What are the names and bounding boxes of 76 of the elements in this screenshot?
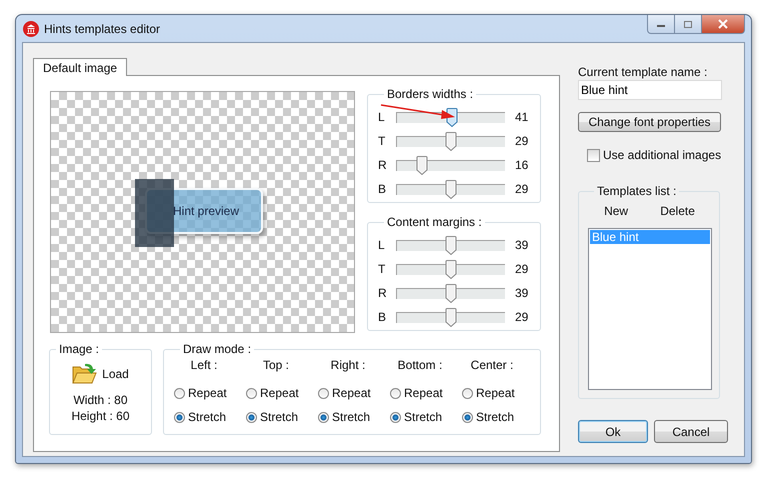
radio-button[interactable] [318,388,329,398]
slider-value: 29 [515,262,528,276]
image-width: Width : 80 [73,392,128,408]
group-title: Draw mode : [182,342,252,356]
group-title: Templates list : [596,184,678,198]
column-label: Center : [470,358,514,372]
radio-option[interactable]: Stretch [462,405,534,429]
slider-value: 29 [515,182,528,196]
column-label: Right : [330,358,366,372]
radio-button[interactable] [174,412,185,422]
slider-label: T [378,262,386,276]
slider-thumb[interactable] [446,284,456,302]
tab[interactable]: Default image [33,58,128,76]
radio-option[interactable]: Repeat [462,381,534,405]
font-button[interactable]: Change font properties [578,112,721,132]
close-button[interactable] [702,15,745,34]
slider-label: L [378,238,386,252]
folder-icon [72,362,98,386]
radio-button[interactable] [390,388,401,398]
cancel-button[interactable]: Cancel [654,420,728,443]
slider-thumb[interactable] [446,132,456,150]
radio-option[interactable]: Repeat [390,381,462,405]
radio-option[interactable]: Stretch [318,405,390,429]
new-button[interactable]: New [604,204,628,218]
hint-text: Hint preview [173,204,240,218]
radio-button[interactable] [390,412,401,422]
maximize-button[interactable] [675,15,702,34]
load-button[interactable]: Load [102,367,129,381]
radio-button[interactable] [462,388,473,398]
group-title: Borders widths : [386,87,474,101]
slider-label: R [378,158,388,172]
ok-button[interactable]: Ok [578,420,648,443]
radio-option[interactable]: Repeat [246,381,318,405]
radio-option[interactable]: Stretch [390,405,462,429]
name-field[interactable]: Blue hint [578,80,722,100]
checkbox-option[interactable]: Use additional images [587,148,728,162]
group-title: Image : [58,342,100,356]
slider-value: 16 [515,158,528,172]
slider-label: R [378,286,388,300]
radio-button[interactable] [174,388,185,398]
checkbox[interactable] [587,148,600,162]
radio-option[interactable]: Stretch [246,405,318,429]
slider-thumb[interactable] [446,236,456,254]
slider-value: 41 [515,110,528,124]
slider-thumb[interactable] [446,308,456,326]
border-overlay [135,179,174,247]
slider-label: T [378,134,386,148]
radio-button[interactable] [462,412,473,422]
radio-button[interactable] [318,412,329,422]
slider-label: B [378,182,388,196]
slider-value: 39 [515,238,528,252]
radio-option[interactable]: Stretch [174,405,246,429]
image-height: Height : 60 [71,408,130,424]
window-title: Hints templates editor [44,22,160,36]
radio-button[interactable] [246,388,257,398]
radio-option[interactable]: Repeat [318,381,390,405]
radio-option[interactable]: Repeat [174,381,246,405]
maximize-icon [683,20,693,28]
slider-value: 29 [515,134,528,148]
field-label: Current template name : [578,65,708,79]
radio-button[interactable] [246,412,257,422]
close-icon [717,19,729,29]
delete-button[interactable]: Delete [660,204,695,218]
slider-value: 39 [515,286,528,300]
minimize-button[interactable] [647,15,675,34]
column-label: Top : [262,358,290,372]
column-label: Left : [190,358,218,372]
slider-value: 29 [515,310,528,324]
app-icon [23,20,39,36]
slider-thumb[interactable] [416,156,428,174]
slider-thumb[interactable] [446,260,456,278]
slider-label: B [378,310,388,324]
group-title: Content margins : [386,215,483,229]
slider-label: L [378,110,386,124]
slider-thumb[interactable] [446,180,456,198]
column-label: Bottom : [396,358,444,372]
